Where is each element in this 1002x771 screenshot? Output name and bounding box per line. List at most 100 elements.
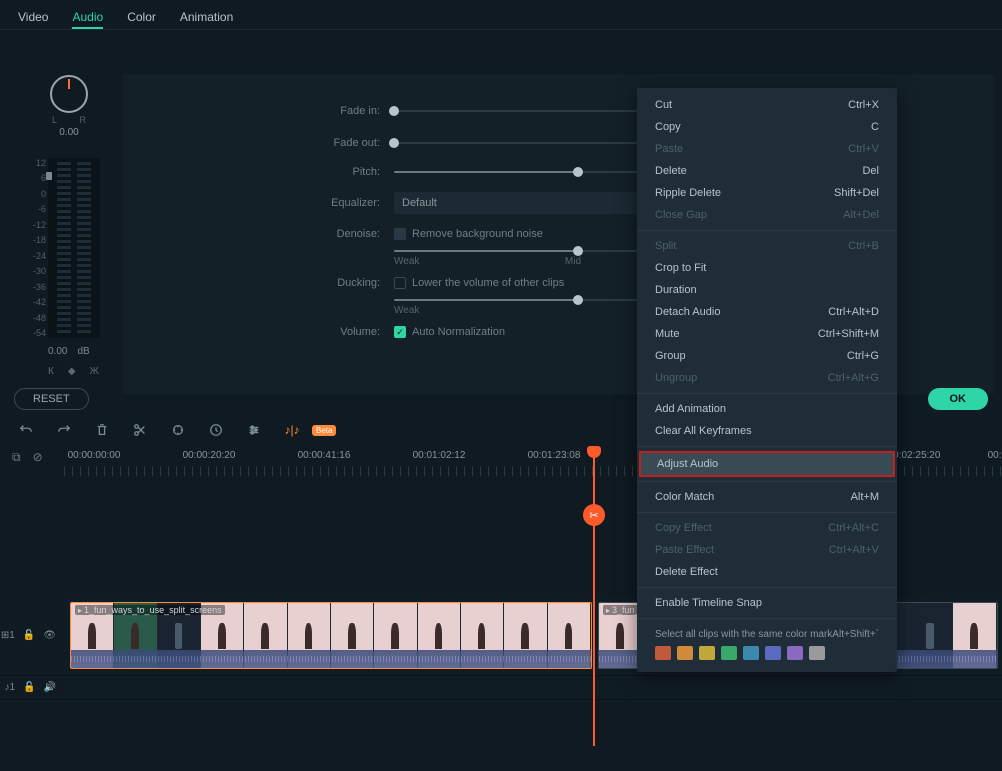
- ruler-time: 00:00:41:16: [298, 450, 351, 461]
- denoise-check-label: Remove background noise: [412, 228, 543, 240]
- ctx-paste-effect: Paste EffectCtrl+Alt+V: [637, 539, 897, 561]
- undo-icon[interactable]: [18, 422, 34, 438]
- video-clip-1[interactable]: 1_fun_ways_to_use_split_screens: [70, 602, 592, 669]
- audio-track-label: ♪1: [5, 682, 16, 693]
- ctx-duration[interactable]: Duration: [637, 279, 897, 301]
- tab-video[interactable]: Video: [18, 10, 48, 29]
- playhead[interactable]: ✂: [593, 446, 595, 746]
- tick: -12: [30, 220, 46, 230]
- tab-animation[interactable]: Animation: [180, 10, 233, 29]
- ctx-delete-effect[interactable]: Delete Effect: [637, 561, 897, 583]
- ctx-crop-fit[interactable]: Crop to Fit: [637, 257, 897, 279]
- tick: -24: [30, 251, 46, 261]
- meter-value: 0.00: [48, 346, 67, 357]
- mute-icon[interactable]: 🔊: [44, 682, 56, 693]
- speed-icon[interactable]: [208, 422, 224, 438]
- swatch[interactable]: [765, 646, 781, 660]
- ctx-cut[interactable]: CutCtrl+X: [637, 94, 897, 116]
- ctx-copy-effect: Copy EffectCtrl+Alt+C: [637, 517, 897, 539]
- tick: -6: [30, 204, 46, 214]
- audio-track-body[interactable]: [64, 676, 1002, 699]
- pan-r-label: R: [80, 115, 87, 125]
- ducking-check-label: Lower the volume of other clips: [412, 277, 564, 289]
- tick: 12: [30, 158, 46, 168]
- meter-bars[interactable]: [48, 158, 100, 338]
- audio-icon[interactable]: ♪|♪: [284, 422, 300, 438]
- tick: -18: [30, 235, 46, 245]
- pan-knob-area: L R 0.00: [38, 75, 100, 138]
- lock-icon[interactable]: 🔓: [23, 682, 35, 693]
- fade-out-label: Fade out:: [326, 137, 380, 149]
- clip-waveform: [71, 650, 591, 668]
- ctx-mute[interactable]: MuteCtrl+Shift+M: [637, 323, 897, 345]
- panel-tabs: Video Audio Color Animation: [0, 0, 1002, 30]
- ctx-add-animation[interactable]: Add Animation: [637, 398, 897, 420]
- ctx-close-gap: Close GapAlt+Del: [637, 204, 897, 226]
- denoise-weak: Weak: [394, 256, 419, 267]
- ruler-time: 00:00:20:20: [183, 450, 236, 461]
- level-meter: 12 6 0 -6 -12 -18 -24 -30 -36 -42 -48 -5…: [30, 158, 100, 338]
- tab-color[interactable]: Color: [127, 10, 156, 29]
- nest-icon[interactable]: ⧉: [12, 450, 21, 465]
- playhead-cut-icon[interactable]: ✂: [583, 504, 605, 526]
- pitch-label: Pitch:: [326, 166, 380, 178]
- auto-normalize-label: Auto Normalization: [412, 326, 505, 338]
- swatch[interactable]: [699, 646, 715, 660]
- track-label: ⊞1: [1, 630, 15, 641]
- swatch[interactable]: [809, 646, 825, 660]
- split-icon[interactable]: [132, 422, 148, 438]
- ruler-time: 00:01:02:12: [413, 450, 466, 461]
- auto-normalize-checkbox[interactable]: ✓: [394, 326, 406, 338]
- settings-icon[interactable]: [246, 422, 262, 438]
- tab-audio[interactable]: Audio: [72, 10, 103, 29]
- ctx-adjust-audio[interactable]: Adjust Audio: [639, 451, 895, 477]
- clip-title: 1_fun_ways_to_use_split_screens: [75, 605, 225, 615]
- reset-button[interactable]: RESET: [14, 388, 89, 410]
- ctx-ripple-delete[interactable]: Ripple DeleteShift+Del: [637, 182, 897, 204]
- swatch[interactable]: [743, 646, 759, 660]
- meter-ticks: 12 6 0 -6 -12 -18 -24 -30 -36 -42 -48 -5…: [30, 158, 48, 338]
- tick: -48: [30, 313, 46, 323]
- swatch[interactable]: [721, 646, 737, 660]
- swatch[interactable]: [677, 646, 693, 660]
- ctx-group[interactable]: GroupCtrl+G: [637, 345, 897, 367]
- timeline-toolbar: ♪|♪ Beta: [18, 422, 336, 438]
- beta-badge: Beta: [312, 425, 336, 436]
- ctx-detach-audio[interactable]: Detach AudioCtrl+Alt+D: [637, 301, 897, 323]
- delete-icon[interactable]: [94, 422, 110, 438]
- tick: -54: [30, 328, 46, 338]
- ducking-checkbox[interactable]: [394, 277, 406, 289]
- ruler-time: 00:02:46:16: [988, 450, 1002, 461]
- pan-value: 0.00: [38, 127, 100, 138]
- redo-icon[interactable]: [56, 422, 72, 438]
- ctx-ungroup: UngroupCtrl+Alt+G: [637, 367, 897, 389]
- ok-button[interactable]: OK: [928, 388, 989, 410]
- lock-icon[interactable]: 🔓: [23, 630, 35, 641]
- color-swatches: [637, 644, 897, 666]
- visibility-icon[interactable]: 👁: [43, 630, 56, 641]
- link-icon[interactable]: ⊘: [33, 450, 43, 465]
- pan-knob[interactable]: [50, 75, 88, 113]
- crop-icon[interactable]: [170, 422, 186, 438]
- ctx-select-color-note: Select all clips with the same color mar…: [637, 623, 897, 644]
- equalizer-label: Equalizer:: [326, 197, 380, 209]
- ctx-delete[interactable]: DeleteDel: [637, 160, 897, 182]
- denoise-label: Denoise:: [326, 228, 380, 240]
- ctx-clear-keyframes[interactable]: Clear All Keyframes: [637, 420, 897, 442]
- tick: 6: [30, 173, 46, 183]
- ctx-enable-snap[interactable]: Enable Timeline Snap: [637, 592, 897, 614]
- skip-start-icon[interactable]: К: [48, 366, 54, 377]
- pan-l-label: L: [52, 115, 57, 125]
- keyframe-icon[interactable]: ◆: [68, 366, 76, 377]
- fade-in-label: Fade in:: [326, 105, 380, 117]
- ctx-paste: PasteCtrl+V: [637, 138, 897, 160]
- tick: 0: [30, 189, 46, 199]
- skip-end-icon[interactable]: Ж: [90, 366, 99, 377]
- ctx-color-match[interactable]: Color MatchAlt+M: [637, 486, 897, 508]
- tick: -42: [30, 297, 46, 307]
- denoise-checkbox[interactable]: [394, 228, 406, 240]
- ctx-copy[interactable]: CopyC: [637, 116, 897, 138]
- ctx-split: SplitCtrl+B: [637, 235, 897, 257]
- swatch[interactable]: [655, 646, 671, 660]
- swatch[interactable]: [787, 646, 803, 660]
